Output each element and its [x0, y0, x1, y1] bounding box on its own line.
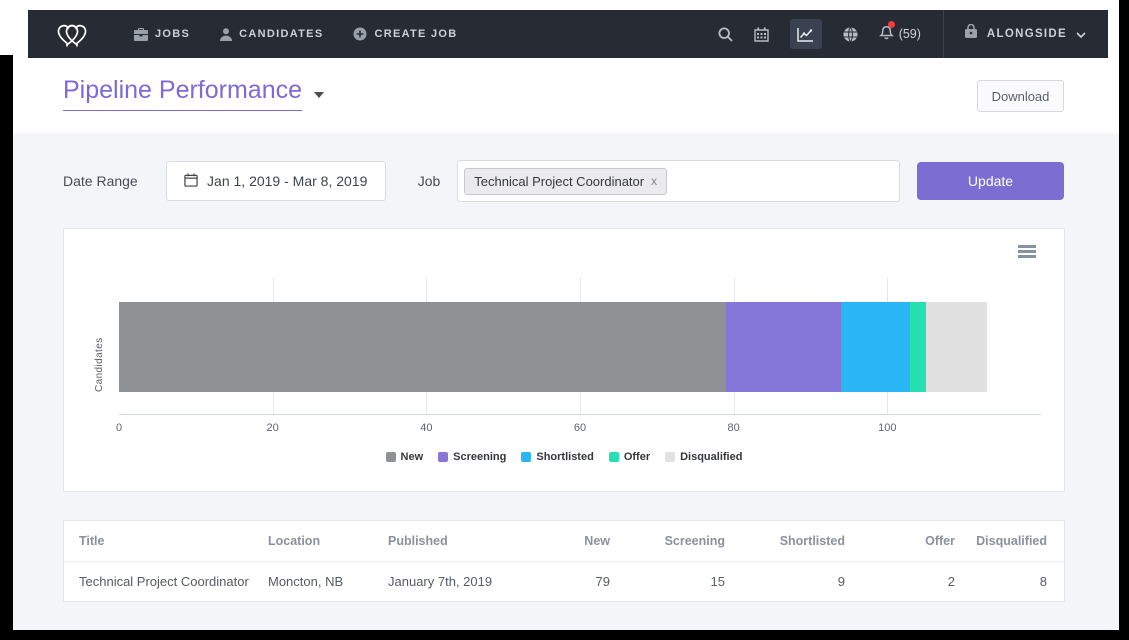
report-selector[interactable]: Pipeline Performance [63, 76, 324, 111]
table-cell: Technical Project Coordinator [64, 562, 264, 602]
search-icon[interactable] [718, 27, 733, 42]
x-tick-label: 60 [574, 422, 586, 434]
chevron-down-icon [1076, 25, 1086, 43]
x-tick-label: 40 [420, 422, 432, 434]
results-table: TitleLocationPublishedNewScreeningShortl… [64, 521, 1064, 601]
legend-item-offer[interactable]: Offer [609, 451, 650, 463]
column-header-disqualified: Disqualified [959, 521, 1064, 562]
calendar-small-icon [184, 173, 198, 190]
job-chip: Technical Project Coordinator x [464, 168, 667, 195]
screenshot-frame-left [0, 55, 13, 640]
account-menu[interactable]: ALONGSIDE [964, 24, 1086, 44]
legend-swatch [521, 452, 531, 462]
column-header-screening: Screening [614, 521, 729, 562]
legend-item-disqualified[interactable]: Disqualified [665, 451, 742, 463]
page-header: Pipeline Performance Download [28, 58, 1108, 133]
legend-swatch [438, 452, 448, 462]
user-icon [220, 28, 232, 41]
column-header-shortlisted: Shortlisted [729, 521, 849, 562]
column-header-location: Location [264, 521, 384, 562]
column-header-published: Published [384, 521, 514, 562]
legend-swatch [386, 452, 396, 462]
download-button[interactable]: Download [977, 80, 1064, 112]
nav-item-label: JOBS [155, 28, 190, 40]
page-title[interactable]: Pipeline Performance [63, 76, 302, 111]
nav-right-icons: (59) [718, 19, 921, 49]
legend-item-new[interactable]: New [386, 451, 424, 463]
x-tick-label: 80 [728, 422, 740, 434]
x-tick-label: 0 [116, 422, 122, 434]
nav-item-label: CREATE JOB [374, 28, 457, 40]
table-row[interactable]: Technical Project CoordinatorMoncton, NB… [64, 562, 1064, 602]
legend-swatch [665, 452, 675, 462]
legend-label: Screening [453, 451, 506, 463]
date-range-value: Jan 1, 2019 - Mar 8, 2019 [207, 173, 367, 189]
account-avatar-icon [964, 24, 978, 44]
table-header-row: TitleLocationPublishedNewScreeningShortl… [64, 521, 1064, 562]
job-select-input[interactable]: Technical Project Coordinator x [457, 160, 900, 202]
notifications-button[interactable]: (59) [879, 24, 921, 45]
bar-segment-offer[interactable] [910, 302, 925, 392]
results-table-card: TitleLocationPublishedNewScreeningShortl… [63, 520, 1065, 602]
nav-item-label: CANDIDATES [239, 28, 323, 40]
pipeline-chart-card: Candidates 0 20 40 60 80 100 New Screening Shor… [63, 228, 1065, 492]
account-name: ALONGSIDE [987, 28, 1067, 40]
update-button[interactable]: Update [917, 162, 1064, 200]
legend-swatch [609, 452, 619, 462]
plus-circle-icon [353, 27, 367, 41]
table-cell: January 7th, 2019 [384, 562, 514, 602]
screenshot-frame-right [1119, 0, 1129, 640]
briefcase-icon [134, 28, 148, 41]
stacked-bar [119, 302, 987, 392]
x-tick-label: 100 [878, 422, 896, 434]
legend-item-shortlisted[interactable]: Shortlisted [521, 451, 593, 463]
alongside-logo-icon[interactable] [52, 19, 92, 49]
job-label: Job [418, 173, 441, 189]
table-cell: Moncton, NB [264, 562, 384, 602]
table-cell: 15 [614, 562, 729, 602]
legend-label: Offer [624, 451, 650, 463]
bar-segment-screening[interactable] [726, 302, 841, 392]
legend-label: Disqualified [680, 451, 742, 463]
bar-segment-shortlisted[interactable] [841, 302, 910, 392]
filter-row: Date Range Jan 1, 2019 - Mar 8, 2019 Job… [63, 160, 1064, 202]
notification-dot [888, 21, 895, 28]
table-cell: 9 [729, 562, 849, 602]
legend-item-screening[interactable]: Screening [438, 451, 506, 463]
bar-segment-disqualified[interactable] [926, 302, 987, 392]
top-navbar: JOBS CANDIDATES CREATE J [28, 10, 1108, 58]
calendar-icon[interactable] [754, 27, 769, 42]
job-chip-label: Technical Project Coordinator [474, 174, 644, 189]
nav-divider [943, 10, 944, 58]
screenshot-frame-bottom [0, 630, 1129, 640]
column-header-new: New [514, 521, 614, 562]
table-cell: 79 [514, 562, 614, 602]
column-header-offer: Offer [849, 521, 959, 562]
nav-item-candidates[interactable]: CANDIDATES [220, 27, 323, 41]
date-range-input[interactable]: Jan 1, 2019 - Mar 8, 2019 [166, 161, 386, 201]
chart-y-axis-label: Candidates [94, 302, 105, 392]
table-cell: 2 [849, 562, 959, 602]
bar-segment-new[interactable] [119, 302, 726, 392]
column-header-title: Title [64, 521, 264, 562]
x-axis-line [119, 414, 1041, 415]
table-cell: 8 [959, 562, 1064, 602]
nav-item-jobs[interactable]: JOBS [134, 27, 190, 41]
legend-label: New [401, 451, 424, 463]
caret-down-icon [314, 92, 324, 98]
reports-chart-icon[interactable] [790, 19, 822, 49]
legend-label: Shortlisted [536, 451, 593, 463]
notification-count: (59) [899, 27, 921, 41]
globe-icon[interactable] [843, 27, 858, 42]
content-area: Date Range Jan 1, 2019 - Mar 8, 2019 Job… [13, 133, 1119, 630]
nav-menu: JOBS CANDIDATES CREATE J [134, 27, 458, 41]
x-tick-label: 20 [267, 422, 279, 434]
date-range-label: Date Range [63, 173, 138, 189]
page: JOBS CANDIDATES CREATE J [13, 0, 1119, 630]
chip-remove-icon[interactable]: x [651, 175, 657, 187]
chart-legend: New Screening Shortlisted Offer Disqualified [64, 451, 1064, 463]
nav-item-create-job[interactable]: CREATE JOB [353, 27, 457, 41]
